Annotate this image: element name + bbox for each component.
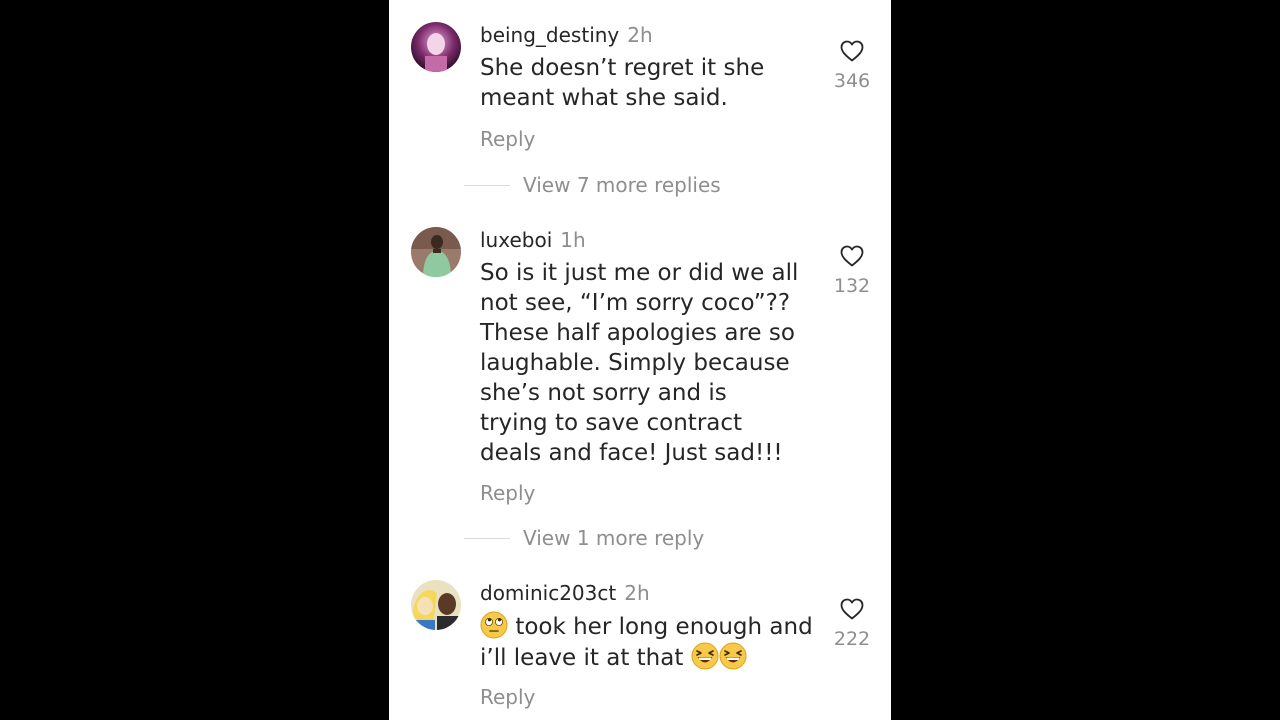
timestamp: 2h — [624, 581, 650, 605]
divider — [464, 184, 510, 186]
comment-text: So is it just me or did we all not see, … — [480, 260, 799, 466]
heart-icon[interactable] — [840, 40, 864, 62]
like-group: 222 — [832, 598, 872, 650]
like-count: 346 — [833, 70, 871, 92]
reply-button[interactable]: Reply — [480, 684, 535, 710]
username[interactable]: being_destiny — [480, 23, 619, 47]
view-more-replies-label: View 7 more replies — [523, 173, 721, 197]
timestamp: 2h — [627, 23, 653, 47]
username[interactable]: dominic203ct — [480, 581, 616, 605]
grinning-squinting-face-emoji — [719, 642, 747, 670]
comment-meta: luxeboi 1h — [480, 227, 586, 253]
heart-icon[interactable] — [840, 598, 864, 620]
view-more-replies-label: View 1 more reply — [523, 526, 705, 550]
comment-text: She doesn’t regret it she meant what she… — [480, 55, 765, 111]
comment-text: took her long enough and i’ll leave it a… — [480, 611, 815, 673]
divider — [464, 537, 510, 539]
avatar[interactable] — [411, 22, 461, 72]
reply-button[interactable]: Reply — [480, 480, 535, 506]
like-count: 132 — [833, 275, 871, 297]
comment-meta: dominic203ct 2h — [480, 580, 650, 606]
timestamp: 1h — [560, 228, 586, 252]
heart-icon[interactable] — [840, 245, 864, 267]
comment-meta: being_destiny 2h — [480, 22, 653, 48]
avatar[interactable] — [411, 580, 461, 630]
face-with-rolling-eyes-emoji — [480, 611, 508, 639]
view-more-replies-button[interactable]: View 7 more replies — [464, 172, 721, 198]
like-group: 346 — [832, 40, 872, 92]
comments-panel: being_destiny 2h She doesn’t regret it sh… — [389, 0, 891, 720]
comment-text-content: took her long enough and i’ll leave it a… — [480, 614, 813, 671]
avatar[interactable] — [411, 227, 461, 277]
like-count: 222 — [833, 628, 871, 650]
username[interactable]: luxeboi — [480, 228, 552, 252]
grinning-squinting-face-emoji — [691, 642, 719, 670]
reply-button[interactable]: Reply — [480, 126, 535, 152]
view-more-replies-button[interactable]: View 1 more reply — [464, 525, 704, 551]
like-group: 132 — [832, 245, 872, 297]
